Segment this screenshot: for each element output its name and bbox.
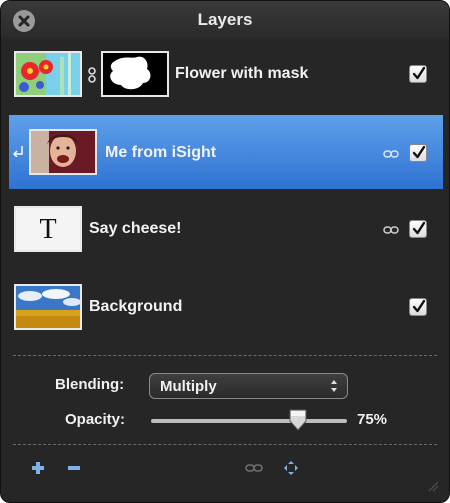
text-layer-glyph: T <box>39 214 57 245</box>
flower-thumbnail <box>14 51 82 97</box>
layer-row-say-cheese[interactable]: T Say cheese! <box>9 193 443 265</box>
blending-label: Blending: <box>55 376 125 393</box>
checkmark-icon <box>412 299 426 313</box>
layer-visibility-checkbox[interactable] <box>409 220 427 238</box>
layer-name: Me from iSight <box>105 144 217 161</box>
updown-arrows-icon <box>331 380 337 392</box>
link-icon[interactable] <box>383 149 399 159</box>
panel-title: Layers <box>197 10 253 29</box>
text-layer-thumbnail: T <box>14 206 82 252</box>
opacity-slider-thumb[interactable] <box>289 409 307 431</box>
layer-visibility-checkbox[interactable] <box>409 65 427 83</box>
resize-grip-icon[interactable] <box>427 480 439 492</box>
divider <box>13 355 437 356</box>
link-icon[interactable] <box>383 225 399 235</box>
layer-visibility-checkbox[interactable] <box>409 298 427 316</box>
add-layer-button[interactable] <box>31 461 45 475</box>
layers-panel: Layers Flower with mask Me from iSight T… <box>0 0 450 503</box>
layer-name: Flower with mask <box>175 65 309 82</box>
checkmark-icon <box>412 221 426 235</box>
blending-select[interactable]: Multiply <box>149 373 348 399</box>
opacity-value: 75% <box>357 411 388 428</box>
layer-row-flower[interactable]: Flower with mask <box>9 39 443 111</box>
remove-layer-button[interactable] <box>67 466 81 471</box>
title-bar[interactable]: Layers <box>1 1 449 39</box>
mask-link-icon[interactable] <box>87 67 97 83</box>
divider <box>13 444 437 445</box>
blending-value: Multiply <box>160 378 217 395</box>
checkmark-icon <box>412 145 426 159</box>
clipping-arrow-icon <box>13 146 23 157</box>
layer-row-me-from-isight[interactable]: Me from iSight <box>9 115 443 189</box>
link-layers-button[interactable] <box>245 463 263 473</box>
layer-name: Background <box>89 298 183 315</box>
checkmark-icon <box>412 66 426 80</box>
arrange-layers-icon[interactable] <box>283 460 299 476</box>
opacity-slider-track[interactable] <box>151 419 347 423</box>
mask-thumbnail[interactable] <box>101 51 169 97</box>
landscape-thumbnail <box>14 284 82 330</box>
portrait-thumbnail <box>29 129 97 175</box>
layer-visibility-checkbox[interactable] <box>409 144 427 162</box>
opacity-label: Opacity: <box>65 411 126 428</box>
layer-name: Say cheese! <box>89 220 182 237</box>
layer-row-background[interactable]: Background <box>9 271 443 343</box>
